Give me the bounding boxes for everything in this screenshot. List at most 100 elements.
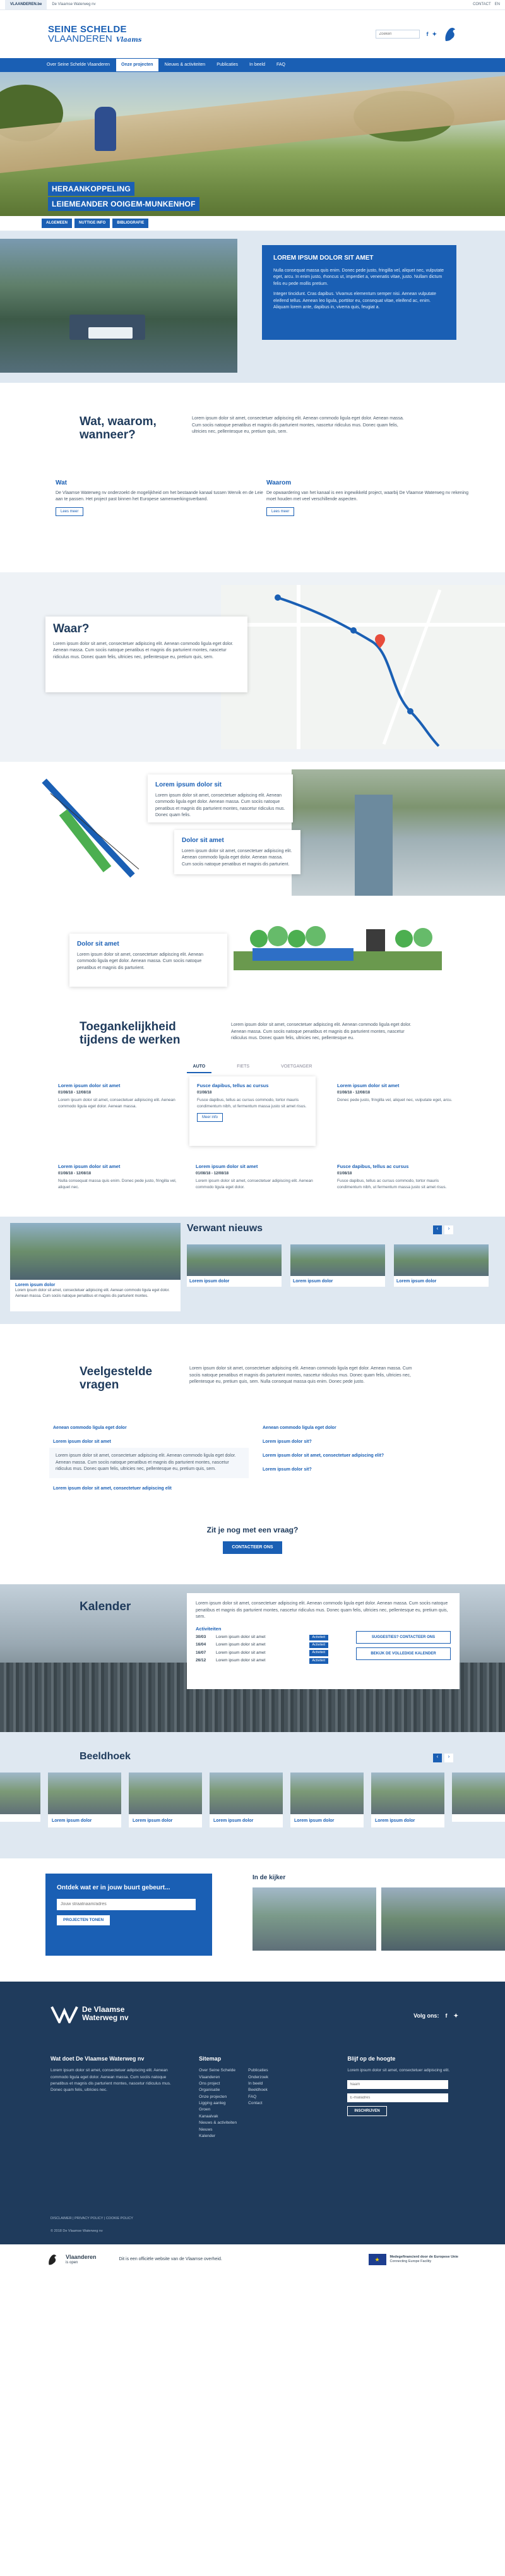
nav-faq[interactable]: FAQ	[271, 59, 290, 71]
event-row[interactable]: 16/04 Lorem ipsum dolor sit amet Activitei…	[196, 1642, 328, 1649]
meer-info-button[interactable]: Meer info	[197, 1113, 223, 1122]
logo-line1: SEINE SCHELDE	[48, 24, 127, 35]
site-logo[interactable]: SEINE SCHELDE VLAANDEREN Vlaams	[48, 25, 141, 44]
waar-text: Lorem ipsum dolor sit amet, consectetuer…	[53, 641, 234, 659]
work-item[interactable]: Lorem ipsum dolor sit amet 01/08/18 - 12…	[58, 1164, 178, 1190]
intro-title: LOREM IPSUM DOLOR SIT AMET	[273, 255, 374, 262]
sitemap-link[interactable]: Kanaalvak	[199, 2114, 237, 2120]
lees-meer-button[interactable]: Lees meer	[56, 507, 84, 516]
kijker-image[interactable]	[252, 1887, 376, 1951]
faq-question[interactable]: Aenean commodo ligula eget dolor	[53, 1425, 127, 1431]
beeld-card[interactable]: Lorem ipsum dolor	[129, 1773, 202, 1828]
twitter-icon[interactable]: ✦	[453, 2012, 458, 2019]
news-feature[interactable]: Lorem ipsum dolor Lorem ipsum dolor sit …	[10, 1223, 181, 1311]
tab-vlaanderen[interactable]: VLAANDEREN.be	[5, 0, 47, 9]
location-map[interactable]	[221, 585, 505, 749]
faq-question[interactable]: Lorem ipsum dolor sit?	[263, 1467, 312, 1472]
subnav-nuttige-info[interactable]: NUTTIGE INFO	[74, 219, 110, 228]
tab-voetganger[interactable]: VOETGANGER	[275, 1061, 318, 1073]
nav-nieuws[interactable]: Nieuws & activiteiten	[160, 59, 211, 71]
sitemap-link[interactable]: Contact	[248, 2100, 268, 2107]
sitemap-link[interactable]: FAQ	[248, 2094, 268, 2100]
work-item[interactable]: Lorem ipsum dolor sit amet 01/08/18 - 12…	[337, 1083, 457, 1104]
news-card[interactable]: Lorem ipsum dolor	[394, 1244, 489, 1287]
sitemap-link[interactable]: Publicaties	[248, 2067, 268, 2074]
name-field[interactable]	[347, 2079, 449, 2089]
nav-in-beeld[interactable]: In beeld	[244, 59, 270, 71]
chevron-right-icon[interactable]: ›	[444, 1225, 453, 1234]
sitemap-link[interactable]: Onze projecten	[199, 2094, 237, 2100]
faq-question[interactable]: Lorem ipsum dolor sit amet, consectetuer…	[263, 1453, 384, 1459]
suggesties-button[interactable]: SUGGESTIES? CONTACTEER ONS	[356, 1630, 451, 1644]
nav-projecten[interactable]: Onze projecten	[116, 59, 158, 71]
vlaanderen-logo[interactable]: Vlaanderen is open	[66, 2254, 97, 2265]
faq-question[interactable]: Lorem ipsum dolor sit amet, consectetuer…	[53, 1486, 172, 1491]
address-input[interactable]	[57, 1898, 196, 1910]
map-pin-icon[interactable]	[375, 634, 385, 648]
sitemap-link[interactable]: Nieuws	[199, 2127, 237, 2133]
discover-box: Ontdek wat er in jouw buurt gebeurt... P…	[45, 1874, 212, 1956]
sitemap-link[interactable]: Organisatie	[199, 2087, 237, 2093]
tab-auto[interactable]: AUTO	[186, 1061, 212, 1074]
contact-link[interactable]: CONTACT	[473, 2, 491, 7]
event-row[interactable]: 16/07 Lorem ipsum dolor sit amet Activitei…	[196, 1650, 328, 1656]
work-item-popup[interactable]: Fusce dapibus, tellus ac cursus 01/08/18…	[189, 1076, 316, 1146]
sitemap-link[interactable]: Beeldhoek	[248, 2087, 268, 2093]
subscribe-button[interactable]: INSCHRIJVEN	[347, 2105, 387, 2116]
footer-col-title: Wat doet De Vlaamse Waterweg nv	[50, 2055, 145, 2062]
news-card-image	[290, 1244, 385, 1276]
logo-line2: VLAANDEREN	[48, 33, 112, 44]
faq-question[interactable]: Lorem ipsum dolor sit amet	[53, 1439, 111, 1445]
facebook-icon[interactable]: f	[426, 30, 428, 38]
subnav-bibliografie[interactable]: BIBLIOGRAFIE	[112, 219, 149, 228]
faq-question[interactable]: Lorem ipsum dolor sit?	[263, 1439, 312, 1445]
legal-links[interactable]: DISCLAIMER | PRIVACY POLICY | COOKIE POL…	[50, 2217, 133, 2221]
work-item[interactable]: Lorem ipsum dolor sit amet 01/08/18 - 12…	[196, 1164, 316, 1190]
work-item-title: Lorem ipsum dolor sit amet	[196, 1164, 258, 1169]
footer-col-title: Sitemap	[199, 2055, 222, 2062]
facebook-icon[interactable]: f	[445, 2012, 447, 2019]
kijker-image[interactable]	[381, 1887, 505, 1951]
volledige-kalender-button[interactable]: BEKIJK DE VOLLEDIGE KALENDER	[356, 1647, 451, 1660]
nav-publicaties[interactable]: Publicaties	[211, 59, 243, 71]
beeld-card[interactable]: Lorem ipsum dolor	[290, 1773, 364, 1828]
sitemap-link[interactable]: Onderzoek	[248, 2074, 268, 2081]
sitemap-link[interactable]: Groen	[199, 2107, 237, 2113]
beeld-card[interactable]: Lorem ipsum dolor	[371, 1773, 444, 1828]
faq-question[interactable]: Aenean commodo ligula eget dolor	[263, 1425, 336, 1431]
wat-heading-line2: wanneer?	[80, 428, 136, 442]
sitemap-link[interactable]: Kalender	[199, 2133, 237, 2140]
tab-fiets[interactable]: FIETS	[230, 1061, 256, 1073]
beeld-card[interactable]: Lorem ipsum dolor	[48, 1773, 121, 1828]
chevron-left-icon[interactable]: ‹	[433, 1225, 442, 1234]
beeld-card[interactable]: Lorem ipsum dolor	[210, 1773, 283, 1828]
sitemap-link[interactable]: Ons project	[199, 2081, 237, 2087]
sitemap-link[interactable]: In beeld	[248, 2081, 268, 2087]
twitter-icon[interactable]: ✦	[432, 30, 437, 38]
sitemap-link[interactable]: Ligging aanleg	[199, 2100, 237, 2107]
beeld-card[interactable]	[452, 1773, 505, 1822]
projecten-tonen-button[interactable]: PROJECTEN TONEN	[57, 1915, 110, 1926]
work-item[interactable]: Fusce dapibus, tellus ac cursus 01/08/18…	[337, 1164, 457, 1190]
beeld-card[interactable]	[0, 1773, 40, 1822]
step-card-text: Lorem ipsum dolor sit amet, consectetuer…	[77, 952, 203, 970]
tab-vlaamse-waterweg[interactable]: De Vlaamse Waterweg nv	[47, 0, 101, 9]
nav-over[interactable]: Over Seine Schelde Vlaanderen	[42, 59, 115, 71]
lees-meer-button[interactable]: Lees meer	[266, 507, 295, 516]
news-card[interactable]: Lorem ipsum dolor	[187, 1244, 282, 1287]
work-item[interactable]: Lorem ipsum dolor sit amet 01/08/18 - 12…	[58, 1083, 178, 1109]
news-card[interactable]: Lorem ipsum dolor	[290, 1244, 385, 1287]
event-row[interactable]: 26/12 Lorem ipsum dolor sit amet Activitei…	[196, 1658, 328, 1664]
sitemap-link[interactable]: Vlaanderen	[199, 2074, 237, 2081]
search-input[interactable]	[376, 30, 420, 39]
subnav-algemeen[interactable]: ALGEMEEN	[42, 219, 73, 228]
footer-brand-text: De Vlaamse Waterweg nv	[82, 2005, 129, 2022]
email-field[interactable]	[347, 2093, 449, 2102]
contact-button[interactable]: CONTACTEER ONS	[223, 1541, 282, 1554]
language-link[interactable]: EN	[495, 2, 500, 7]
sitemap-link[interactable]: Over Seine Schelde	[199, 2067, 237, 2074]
chevron-right-icon[interactable]: ›	[444, 1754, 453, 1762]
sitemap-link[interactable]: Nieuws & activiteiten	[199, 2120, 237, 2126]
event-row[interactable]: 30/03 Lorem ipsum dolor sit amet Activitei…	[196, 1634, 328, 1641]
chevron-left-icon[interactable]: ‹	[433, 1754, 442, 1762]
